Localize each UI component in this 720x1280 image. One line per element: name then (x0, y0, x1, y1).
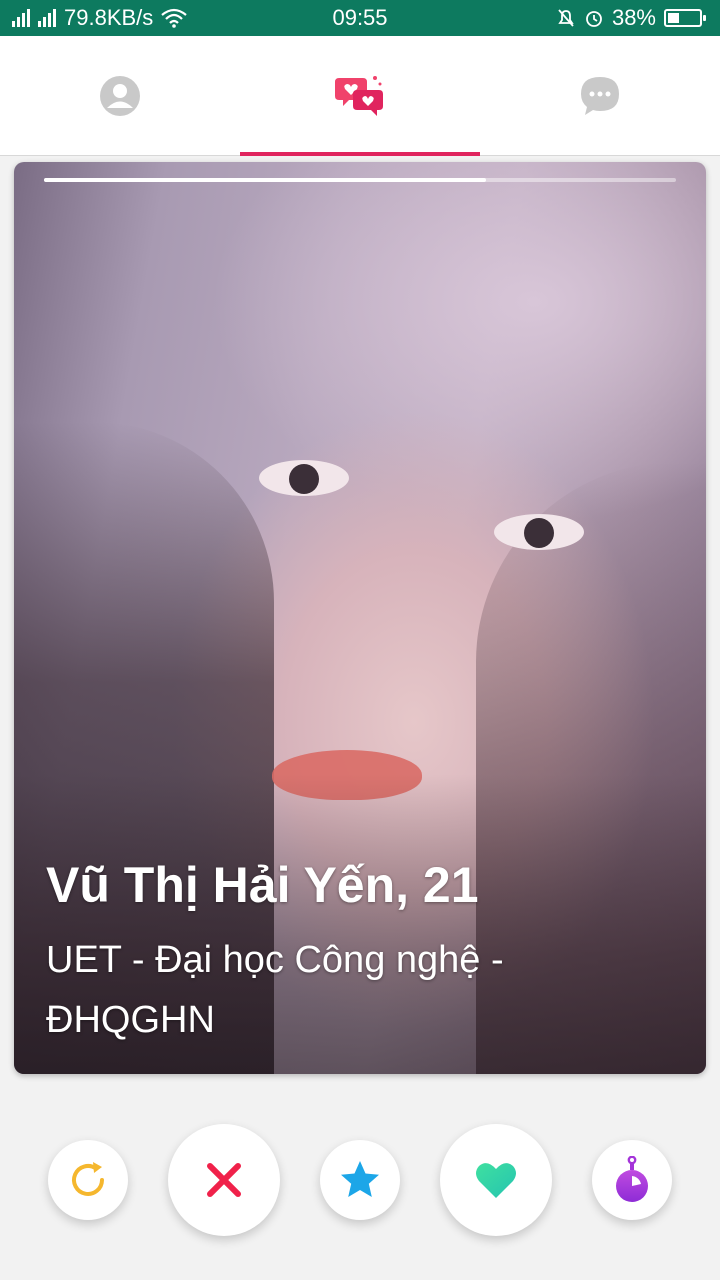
heart-icon (476, 1163, 516, 1198)
tab-matches[interactable] (240, 36, 480, 156)
profile-name: Vũ Thị Hải Yến, 21 (46, 857, 479, 913)
status-left: 79.8KB/s (12, 5, 187, 31)
alarm-icon (586, 11, 602, 27)
tab-messages[interactable] (480, 36, 720, 156)
chat-icon (581, 77, 619, 115)
rewind-button[interactable] (48, 1140, 128, 1220)
profile-icon (100, 76, 140, 116)
battery-icon (664, 9, 706, 27)
network-speed: 79.8KB/s (64, 5, 154, 30)
bell-muted-icon (558, 9, 574, 27)
profile-card[interactable]: Vũ Thị Hải Yến, 21 UET - Đại học Công ng… (14, 162, 706, 1074)
photo-progress-bar (44, 178, 676, 182)
photo-detail (259, 460, 349, 496)
like-button[interactable] (440, 1124, 552, 1236)
super-like-button[interactable] (320, 1140, 400, 1220)
boost-icon (616, 1156, 648, 1202)
close-icon (207, 1163, 241, 1197)
matches-hearts-icon (335, 76, 383, 116)
signal-icon (38, 9, 56, 27)
battery-fill (668, 13, 680, 23)
wifi-icon (161, 8, 187, 28)
tab-profile[interactable] (0, 36, 240, 156)
status-right: 38% (556, 5, 706, 31)
nope-button[interactable] (168, 1124, 280, 1236)
boost-button[interactable] (592, 1140, 672, 1220)
status-bar: 79.8KB/s 09:55 38% (0, 0, 720, 36)
star-icon (341, 1161, 379, 1197)
profile-school: UET - Đại học Công nghệ - ĐHQGHN (46, 939, 504, 1041)
photo-detail (494, 514, 584, 550)
rewind-icon (72, 1162, 104, 1196)
photo-progress-fill (44, 178, 487, 182)
active-tab-indicator (240, 152, 480, 156)
battery-percent: 38% (611, 5, 656, 30)
signal-icon (12, 9, 30, 27)
top-nav (0, 36, 720, 156)
